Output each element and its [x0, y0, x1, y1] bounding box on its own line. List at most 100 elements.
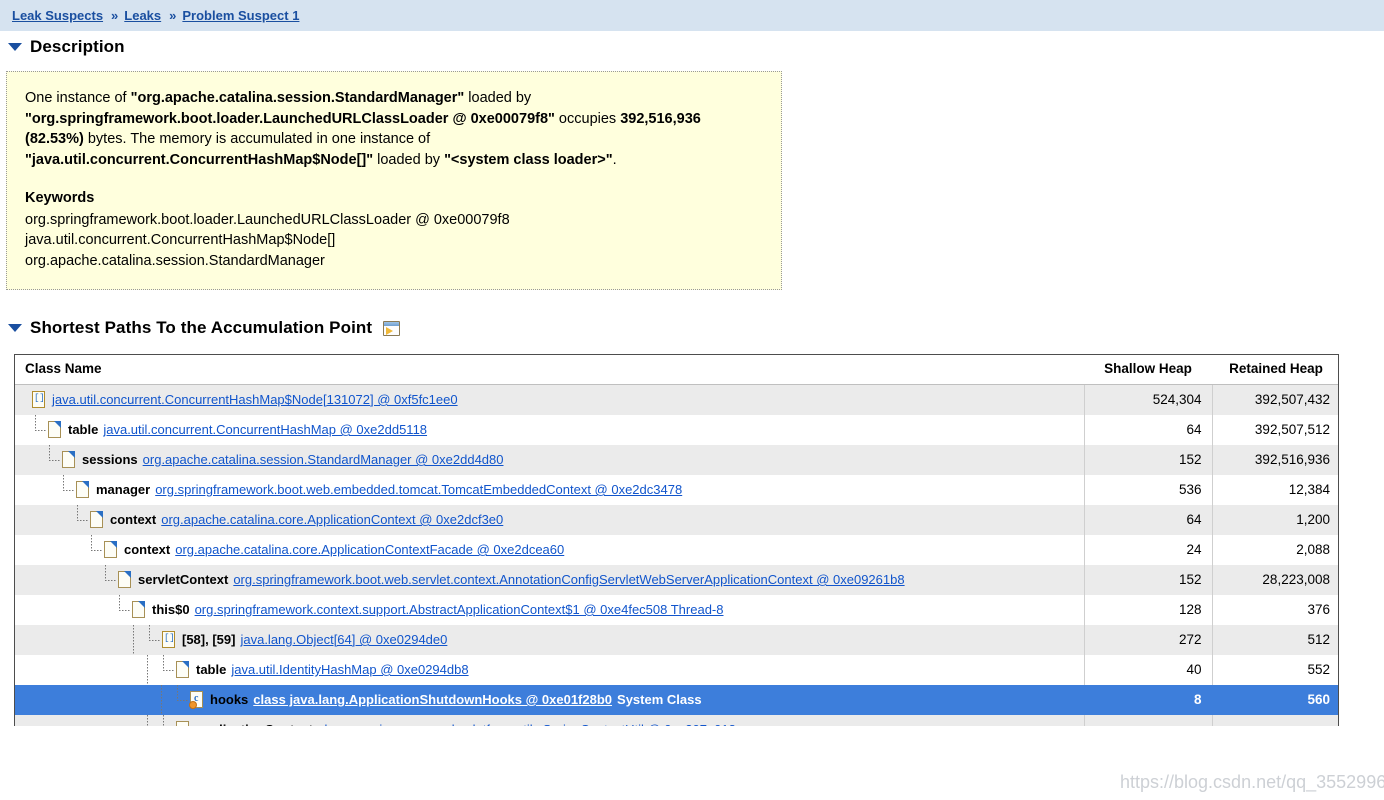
description-emphasis: "java.util.concurrent.ConcurrentHashMap$… [25, 151, 374, 168]
object-link[interactable]: org.apache.catalina.session.StandardMana… [143, 452, 504, 467]
tree-elbow-connector [73, 504, 89, 535]
description-text: loaded by [373, 151, 445, 168]
cell-shallow-heap: 64 [1083, 414, 1212, 445]
field-name-label: sessions [82, 452, 138, 467]
table-row[interactable]: sessions org.apache.catalina.session.Stan… [15, 444, 1338, 475]
object-link[interactable]: java.util.concurrent.ConcurrentHashMap$N… [52, 392, 458, 407]
cell-class-name: manager org.springframework.boot.web.embe… [15, 474, 1084, 505]
column-header-shallow-heap[interactable]: Shallow Heap [1084, 355, 1212, 385]
cell-shallow-heap [1083, 714, 1212, 726]
section-title-shortest-paths: Shortest Paths To the Accumulation Point [30, 318, 373, 337]
table-row[interactable]: context org.apache.catalina.core.Applicat… [15, 504, 1338, 535]
object-icon [117, 570, 134, 589]
tree-elbow-connector [115, 594, 131, 625]
table-row[interactable]: manager org.springframework.boot.web.embe… [15, 474, 1338, 505]
field-name-label: servletContext [138, 572, 229, 587]
breadcrumb-item-leaks[interactable]: Leaks [124, 8, 161, 23]
row-suffix-label: System Class [617, 692, 702, 707]
cell-class-name: applicationContext class com.jxw.supercod… [15, 714, 1084, 726]
tree-elbow-connector [31, 414, 47, 445]
section-title-description: Description [30, 37, 125, 56]
object-icon [89, 510, 106, 529]
cell-shallow-heap: 272 [1083, 624, 1212, 655]
tree-guide-line [143, 654, 159, 685]
table-row[interactable]: applicationContext class com.jxw.supercod… [15, 714, 1338, 726]
object-link[interactable]: java.lang.Object[64] @ 0xe0294de0 [240, 632, 447, 647]
tree-node: table java.util.IdentityHashMap @ 0xe0294… [23, 654, 1076, 685]
table-row[interactable]: [58], [59] java.lang.Object[64] @ 0xe0294… [15, 624, 1338, 655]
field-name-label: table [68, 422, 99, 437]
keyword-item: org.apache.catalina.session.StandardMana… [25, 252, 325, 269]
cell-class-name: sessions org.apache.catalina.session.Stan… [15, 444, 1084, 475]
cell-shallow-heap: 152 [1083, 444, 1212, 475]
cell-shallow-heap: 536 [1083, 474, 1212, 505]
field-name-label: context [124, 542, 171, 557]
cell-retained-heap: 392,516,936 [1211, 444, 1338, 475]
breadcrumb: Leak Suspects » Leaks » Problem Suspect … [0, 0, 1384, 31]
table-row[interactable]: context org.apache.catalina.core.Applicat… [15, 534, 1338, 565]
description-emphasis: "org.apache.catalina.session.StandardMan… [130, 90, 465, 106]
description-box: One instance of "org.apache.catalina.ses… [6, 71, 782, 290]
keywords-title: Keywords [25, 190, 95, 206]
object-link[interactable]: org.apache.catalina.core.ApplicationCont… [175, 542, 564, 557]
breadcrumb-item-problem-suspect-1[interactable]: Problem Suspect 1 [182, 8, 299, 23]
table-row[interactable]: table java.util.IdentityHashMap @ 0xe0294… [15, 654, 1338, 685]
object-icon [47, 420, 64, 439]
object-link[interactable]: java.util.concurrent.ConcurrentHashMap @… [103, 422, 427, 437]
tree-node: table java.util.concurrent.ConcurrentHash… [23, 414, 1076, 445]
field-name-label: this$0 [152, 602, 190, 617]
object-icon [175, 660, 192, 679]
section-header-description[interactable]: Description [0, 31, 1384, 57]
field-name-label: [58], [59] [182, 632, 236, 647]
table-row[interactable]: this$0 org.springframework.context.suppor… [15, 594, 1338, 625]
description-text: loaded by [464, 90, 532, 106]
column-header-class-name[interactable]: Class Name [15, 355, 1084, 385]
cell-retained-heap: 12,384 [1211, 474, 1338, 505]
description-text: One instance of [25, 90, 131, 106]
cell-retained-heap: 392,507,432 [1211, 384, 1338, 415]
object-link[interactable]: org.springframework.boot.web.servlet.con… [233, 572, 904, 587]
cell-retained-heap: 512 [1211, 624, 1338, 655]
object-link[interactable]: class java.lang.ApplicationShutdownHooks… [253, 692, 612, 707]
section-header-shortest-paths[interactable]: Shortest Paths To the Accumulation Point [0, 312, 1384, 338]
column-header-retained-heap[interactable]: Retained Heap [1212, 355, 1338, 385]
field-name-label: context [110, 512, 157, 527]
cell-shallow-heap: 40 [1083, 654, 1212, 685]
object-link[interactable]: class com.jxw.supercode.platform.utils.S… [318, 722, 736, 726]
object-link[interactable]: java.util.IdentityHashMap @ 0xe0294db8 [231, 662, 468, 677]
table-row[interactable]: table java.util.concurrent.ConcurrentHash… [15, 414, 1338, 445]
field-name-label: hooks [210, 692, 249, 707]
table-body: java.util.concurrent.ConcurrentHashMap$N… [15, 384, 1338, 726]
cell-class-name: table java.util.concurrent.ConcurrentHash… [15, 414, 1084, 445]
collapse-twisty-icon[interactable] [8, 43, 22, 51]
cell-shallow-heap: 64 [1083, 504, 1212, 535]
cell-class-name: table java.util.IdentityHashMap @ 0xe0294… [15, 654, 1084, 685]
field-name-label: applicationContext [196, 722, 313, 726]
cell-retained-heap: 376 [1211, 594, 1338, 625]
table-row[interactable]: servletContext org.springframework.boot.w… [15, 564, 1338, 595]
cell-retained-heap: 560 [1211, 684, 1338, 715]
table-row[interactable]: java.util.concurrent.ConcurrentHashMap$N… [15, 384, 1338, 415]
keyword-item: java.util.concurrent.ConcurrentHashMap$N… [25, 232, 336, 248]
cell-class-name: context org.apache.catalina.core.Applicat… [15, 534, 1084, 565]
object-icon [61, 450, 78, 469]
object-link[interactable]: org.apache.catalina.core.ApplicationCont… [161, 512, 503, 527]
table-row[interactable]: hooks class java.lang.ApplicationShutdown… [15, 684, 1338, 715]
collapse-twisty-icon[interactable] [8, 324, 22, 332]
cell-retained-heap: 1,200 [1211, 504, 1338, 535]
object-link[interactable]: org.springframework.context.support.Abst… [195, 602, 724, 617]
tree-node: manager org.springframework.boot.web.embe… [23, 474, 1076, 505]
description-text: . [612, 151, 617, 168]
object-link[interactable]: org.springframework.boot.web.embedded.to… [155, 482, 682, 497]
tree-elbow-connector [101, 564, 117, 595]
cell-retained-heap: 2,088 [1211, 534, 1338, 565]
cell-retained-heap: 28,223,008 [1211, 564, 1338, 595]
breadcrumb-item-leak-suspects[interactable]: Leak Suspects [12, 8, 103, 23]
open-in-window-icon[interactable] [383, 320, 401, 336]
